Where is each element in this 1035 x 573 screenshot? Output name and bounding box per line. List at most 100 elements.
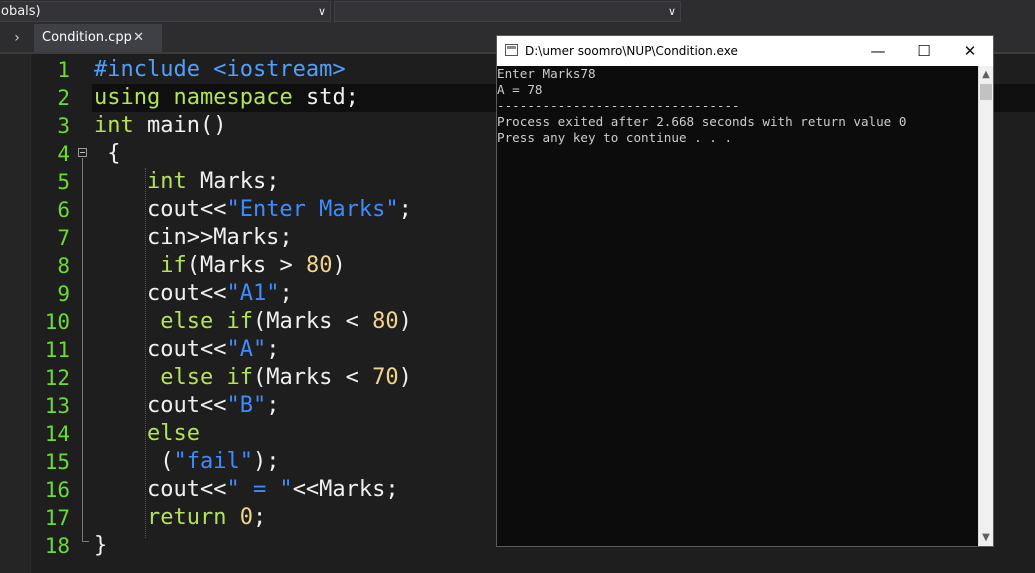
- code-token: ;: [266, 337, 280, 362]
- code-token: "A": [226, 337, 267, 362]
- code-token: "fail": [173, 449, 253, 474]
- tab-scroll-icon[interactable]: ›: [0, 24, 34, 52]
- console-title: D:\umer soomro\NUP\Condition.exe: [525, 44, 738, 58]
- code-token: (: [94, 449, 174, 474]
- scope-combo[interactable]: obals) ∨: [0, 1, 331, 22]
- line-number: 8: [57, 254, 70, 278]
- indent-guide: [145, 168, 146, 538]
- console-app-icon: [505, 44, 518, 56]
- tab-condition-cpp[interactable]: Condition.cpp ✕: [34, 24, 162, 52]
- line-number: 4: [57, 142, 70, 166]
- close-button[interactable]: ✕: [947, 36, 993, 66]
- line-number: 16: [44, 478, 70, 502]
- line-number: 12: [44, 366, 70, 390]
- console-output-line: A = 78: [497, 82, 543, 97]
- code-token: cout<<: [94, 197, 227, 222]
- code-token: <<Marks;: [292, 477, 399, 502]
- code-token: ;: [398, 197, 412, 222]
- code-token: cout<<: [94, 393, 227, 418]
- left-panel-edge: [0, 54, 30, 573]
- chevron-down-icon: ∨: [667, 5, 676, 18]
- code-token: ;: [266, 393, 280, 418]
- line-number: 7: [57, 226, 70, 250]
- line-number: 10: [44, 310, 70, 334]
- line-number: 2: [57, 86, 70, 110]
- code-token: ): [398, 309, 412, 334]
- console-output-line: --------------------------------: [497, 98, 740, 113]
- code-token: ): [398, 365, 412, 390]
- code-token: "Enter Marks": [226, 197, 399, 222]
- code-token: 80: [372, 309, 399, 334]
- code-token: #include <iostream>: [94, 57, 346, 82]
- code-token: cout<<: [94, 281, 227, 306]
- code-token: " = ": [226, 477, 293, 502]
- code-token: Marks;: [186, 169, 280, 194]
- code-token: else if: [160, 309, 253, 334]
- code-token: "B": [226, 393, 267, 418]
- fold-toggle-icon[interactable]: [78, 148, 87, 157]
- code-token: ;: [279, 281, 293, 306]
- line-number: 13: [44, 394, 70, 418]
- code-token: }: [94, 533, 108, 558]
- line-number: 5: [57, 170, 70, 194]
- code-token: "A1": [226, 281, 280, 306]
- code-token: ;: [252, 505, 267, 530]
- tab-label: Condition.cpp: [42, 30, 132, 45]
- console-window[interactable]: D:\umer soomro\NUP\Condition.exe — ☐ ✕ E…: [496, 35, 994, 547]
- console-titlebar[interactable]: D:\umer soomro\NUP\Condition.exe — ☐ ✕: [497, 36, 993, 66]
- code-token: if: [160, 253, 187, 278]
- code-token: cout<<: [94, 337, 227, 362]
- console-output-line: Press any key to continue . . .: [497, 130, 733, 145]
- line-number: 18: [44, 534, 70, 558]
- scroll-down-icon[interactable]: ▼: [979, 529, 993, 546]
- maximize-button[interactable]: ☐: [901, 36, 947, 66]
- fold-guide-end: [82, 541, 89, 542]
- line-number: 11: [44, 338, 70, 362]
- code-token: 70: [372, 365, 399, 390]
- chevron-down-icon: ∨: [317, 5, 326, 18]
- line-number: 14: [44, 422, 70, 446]
- fold-guide: [82, 158, 83, 542]
- code-token: else if: [160, 365, 253, 390]
- console-output-line: Process exited after 2.668 seconds with …: [497, 114, 907, 129]
- function-combo[interactable]: ∨: [334, 1, 681, 22]
- line-number: 3: [57, 114, 70, 138]
- code-token: ): [332, 253, 346, 278]
- code-token: 80: [305, 253, 333, 278]
- code-token: cin>>Marks;: [94, 225, 293, 250]
- code-token: (Marks <: [252, 309, 373, 334]
- minimize-button[interactable]: —: [855, 36, 901, 66]
- code-token: namespace: [173, 85, 293, 110]
- code-token: );: [252, 449, 280, 474]
- code-token: int: [146, 169, 187, 194]
- code-token: (Marks <: [252, 365, 373, 390]
- code-token: std;: [292, 85, 359, 110]
- close-icon[interactable]: ✕: [133, 24, 144, 52]
- code-token: int: [94, 113, 134, 138]
- code-token: 0: [239, 505, 253, 530]
- scope-combo-value: obals): [1, 4, 41, 19]
- code-token: return: [146, 505, 227, 530]
- scroll-up-icon[interactable]: ▲: [979, 66, 993, 83]
- code-token: else: [146, 421, 200, 446]
- line-number: 6: [57, 198, 70, 222]
- console-scrollbar[interactable]: ▲ ▼: [978, 66, 993, 546]
- scroll-thumb[interactable]: [980, 84, 992, 100]
- line-number: 15: [44, 450, 70, 474]
- code-token: (Marks >: [186, 253, 306, 278]
- line-number: 1: [57, 58, 70, 82]
- toolbar: obals) ∨ ∨: [0, 0, 1035, 24]
- code-token: main(): [133, 113, 227, 138]
- line-number: 17: [44, 506, 70, 530]
- code-token: using: [94, 85, 161, 110]
- code-token: {: [94, 141, 121, 166]
- console-output: Enter Marks78 A = 78 ---------------------…: [497, 66, 978, 546]
